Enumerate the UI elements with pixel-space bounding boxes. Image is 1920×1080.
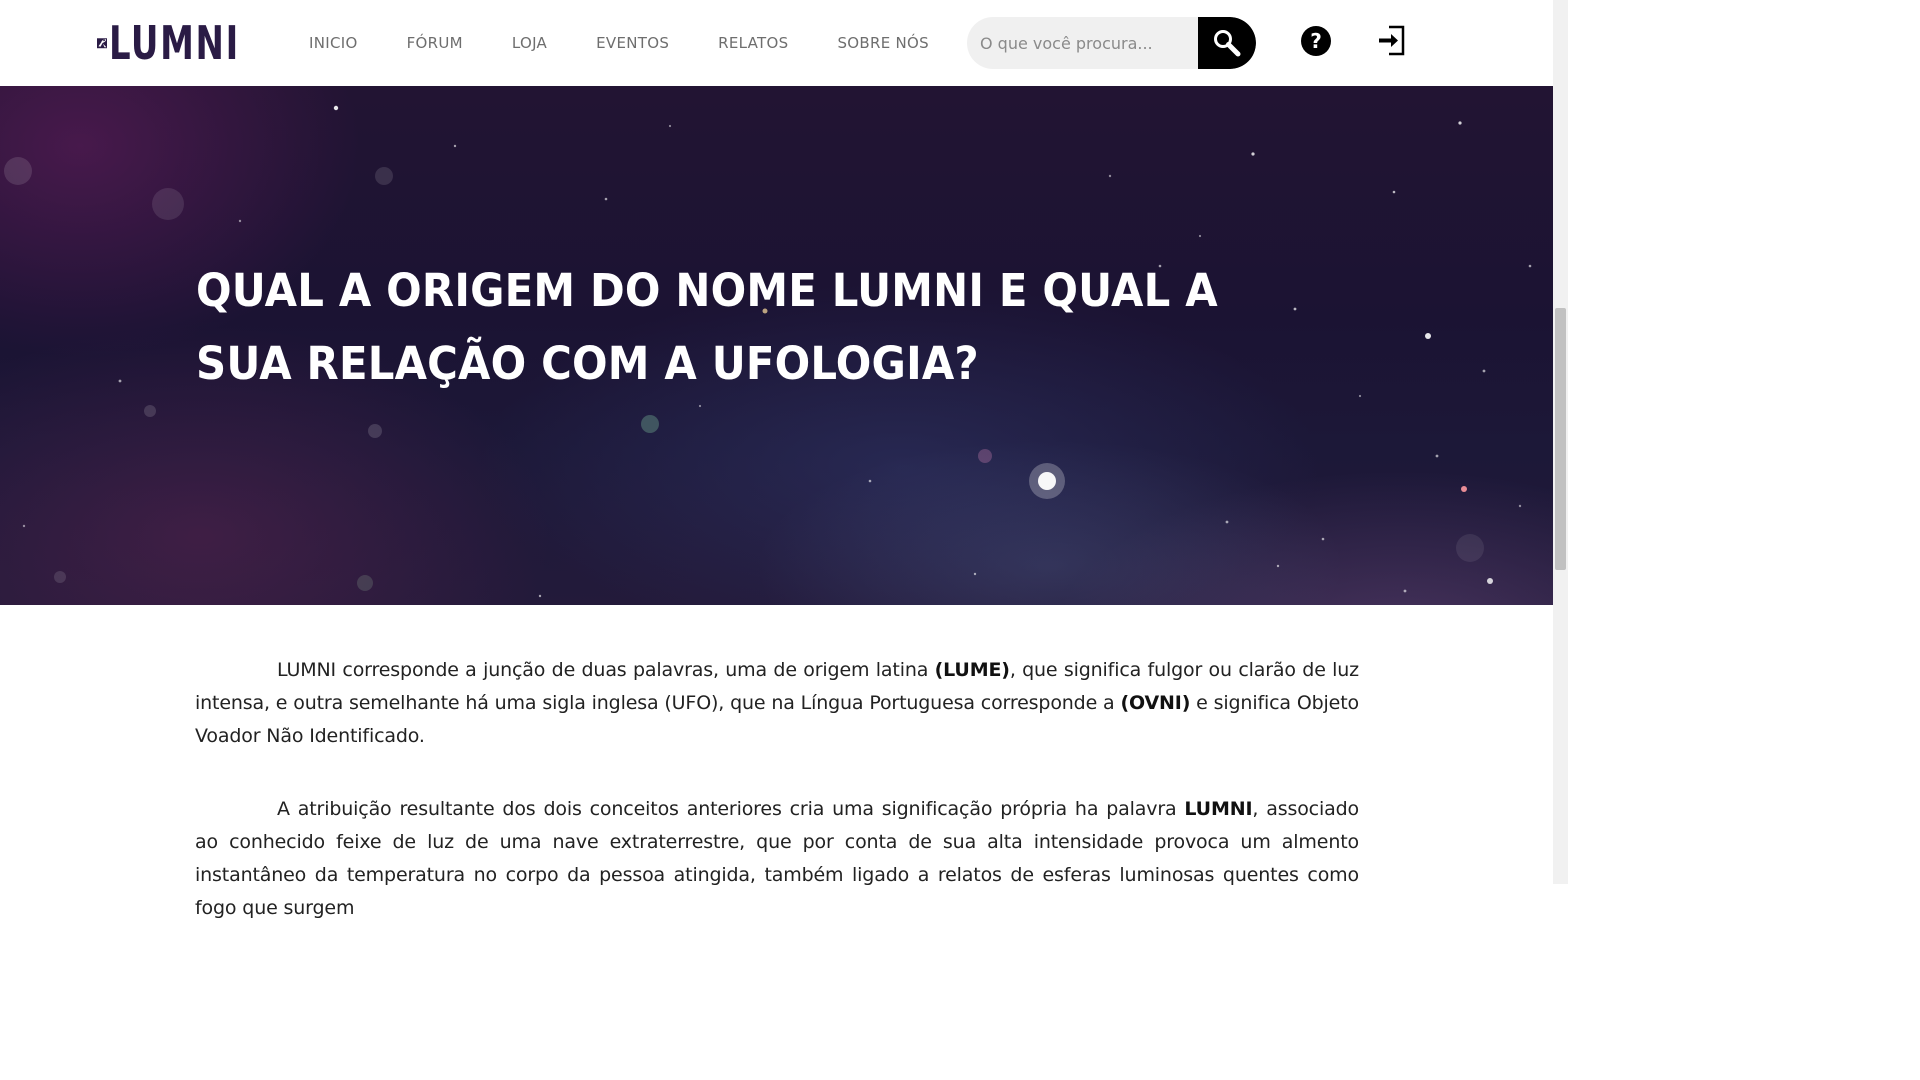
page-scrollbar[interactable] [1553, 0, 1568, 884]
paragraph-2-text-1: A atribuição resultante dos dois conceit… [277, 798, 1185, 820]
main-nav: INICIO FÓRUM LOJA EVENTOS RELATOS SOBRE … [309, 30, 929, 56]
paragraph-1: LUMNI corresponde a junção de duas palav… [195, 654, 1359, 753]
nav-item-loja[interactable]: LOJA [512, 30, 547, 56]
article-body: LUMNI corresponde a junção de duas palav… [195, 654, 1359, 925]
ufo-logo-icon [97, 38, 108, 49]
logo[interactable]: LUMNI [97, 20, 269, 66]
search-button[interactable] [1198, 17, 1256, 69]
nav-item-eventos[interactable]: EVENTOS [596, 30, 669, 56]
hero-title: QUAL A ORIGEM DO NOME LUMNI E QUAL A SUA… [196, 264, 1218, 390]
hero-banner: QUAL A ORIGEM DO NOME LUMNI E QUAL A SUA… [0, 86, 1553, 605]
question-circle-icon: ? [1310, 29, 1322, 53]
paragraph-1-bold-1: (LUME) [934, 659, 1010, 681]
paragraph-1-bold-2: (OVNI) [1120, 692, 1191, 714]
paragraph-2: A atribuição resultante dos dois conceit… [195, 793, 1359, 925]
search-icon [1214, 30, 1241, 57]
help-button[interactable]: ? [1301, 26, 1331, 56]
nav-item-inicio[interactable]: INICIO [309, 30, 358, 56]
nav-item-relatos[interactable]: RELATOS [718, 30, 788, 56]
search-input[interactable] [967, 17, 1198, 69]
site-header: LUMNI INICIO FÓRUM LOJA EVENTOS RELATOS … [0, 0, 1553, 86]
nav-item-sobre-nos[interactable]: SOBRE NÓS [837, 30, 929, 56]
nav-item-forum[interactable]: FÓRUM [407, 30, 463, 56]
logo-text: LUMNI [109, 16, 241, 70]
login-button[interactable] [1377, 24, 1407, 57]
paragraph-2-bold-1: LUMNI [1184, 798, 1253, 820]
login-icon [1379, 25, 1405, 56]
paragraph-1-text-1: LUMNI corresponde a junção de duas palav… [277, 659, 935, 681]
scrollbar-thumb[interactable] [1555, 308, 1566, 570]
search-box [967, 17, 1256, 69]
